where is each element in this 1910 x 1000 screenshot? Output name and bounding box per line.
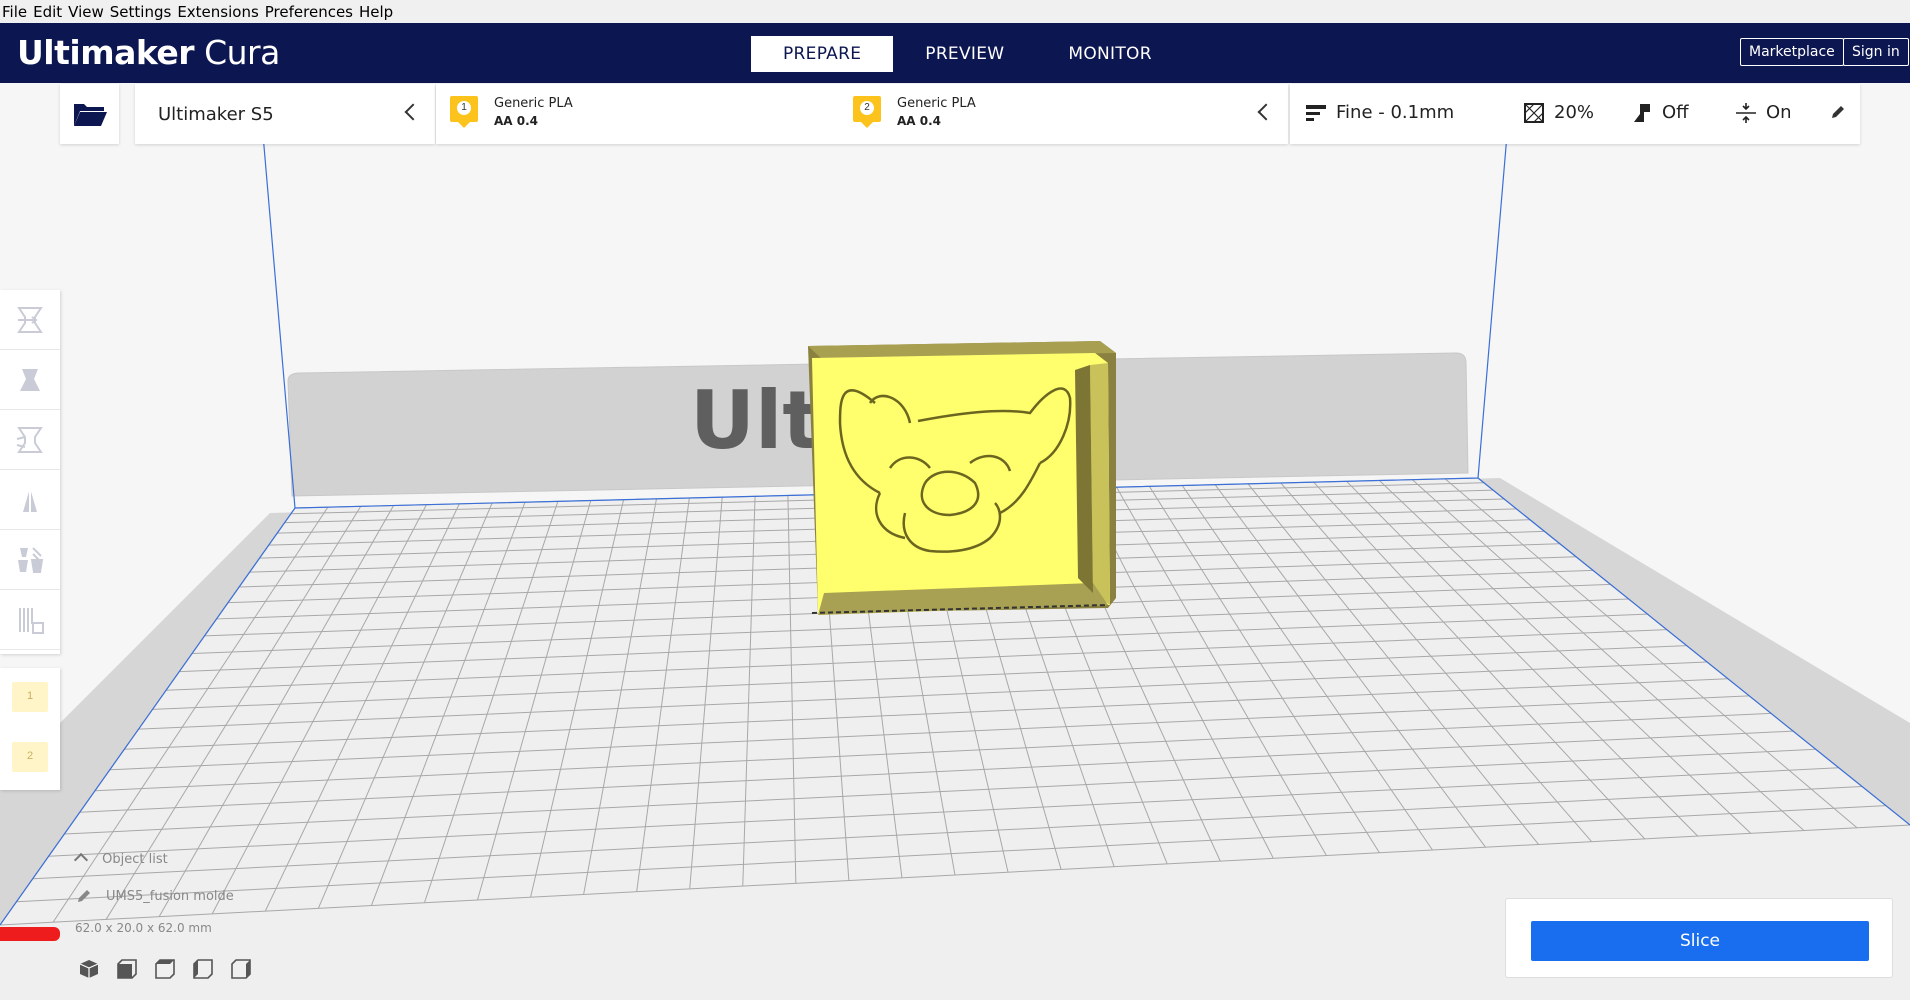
printer-selector[interactable]: Ultimaker S5 (135, 84, 435, 144)
3d-viewport[interactable]: Ult (0, 83, 1910, 1000)
support-blocker-tool[interactable] (0, 590, 60, 650)
extruder-select-2[interactable]: 2 (12, 742, 48, 772)
chevron-left-icon (404, 103, 422, 121)
tool-sidebar (0, 290, 60, 654)
tab-preview[interactable]: PREVIEW (893, 36, 1036, 72)
marketplace-button[interactable]: Marketplace (1740, 38, 1844, 66)
menu-help[interactable]: Help (357, 3, 397, 21)
object-list-label: Object list (102, 852, 168, 867)
infill-icon (1524, 102, 1544, 123)
model-mold[interactable] (808, 341, 1116, 615)
tab-monitor[interactable]: MONITOR (1036, 36, 1183, 72)
extruder-1-badge-icon: 1 (450, 96, 478, 128)
adhesion-icon (1736, 102, 1756, 123)
infill-value: 20% (1554, 102, 1595, 123)
view-orientation-buttons (78, 958, 252, 980)
plate-logo-text: Ult (690, 374, 821, 467)
logo-bold: Ultimaker (17, 33, 195, 72)
rotate-icon (16, 426, 43, 453)
adhesion-setting[interactable]: On (1736, 102, 1792, 123)
extruder-2[interactable]: 2 Generic PLA AA 0.4 (853, 96, 976, 128)
printer-name: Ultimaker S5 (158, 103, 274, 125)
build-volume-scene: Ult (0, 83, 1910, 1000)
support-value: Off (1662, 102, 1689, 123)
support-setting[interactable]: Off (1632, 102, 1689, 123)
menu-extensions[interactable]: Extensions (175, 3, 262, 21)
view-top-icon[interactable] (154, 958, 176, 980)
object-dimensions: 62.0 x 20.0 x 62.0 mm (75, 921, 212, 935)
extruder-select-1[interactable]: 1 (12, 682, 48, 712)
per-model-settings-icon (18, 546, 44, 573)
menu-bar: File Edit View Settings Extensions Prefe… (0, 0, 1910, 23)
pencil-icon[interactable] (1830, 104, 1846, 120)
menu-view[interactable]: View (66, 3, 108, 21)
tab-prepare[interactable]: PREPARE (751, 36, 894, 72)
sign-in-button[interactable]: Sign in (1843, 38, 1909, 66)
extruder-2-nozzle: AA 0.4 (897, 114, 942, 128)
pencil-icon (78, 890, 90, 902)
view-3d-icon[interactable] (78, 958, 100, 980)
app-logo: Ultimaker Cura (17, 33, 280, 72)
folder-open-icon (73, 104, 107, 126)
chevron-left-icon (1257, 103, 1275, 121)
extruder-config[interactable]: 1 Generic PLA AA 0.4 2 Generic PLA AA 0.… (436, 84, 1288, 144)
object-list-toggle[interactable]: Object list (73, 852, 168, 868)
profile-setting[interactable]: Fine - 0.1mm (1306, 102, 1454, 123)
redaction-mark (0, 927, 60, 941)
open-file-button[interactable] (60, 84, 119, 144)
slice-button[interactable]: Slice (1531, 921, 1869, 961)
rotate-tool[interactable] (0, 410, 60, 470)
mirror-tool[interactable] (0, 470, 60, 530)
print-settings-panel[interactable]: Fine - 0.1mm 20% Off On (1290, 84, 1860, 144)
support-blocker-icon (19, 607, 44, 634)
object-name-field[interactable]: UMS5_fusion molde (76, 888, 234, 904)
move-icon (17, 306, 43, 333)
view-right-icon[interactable] (230, 958, 252, 980)
menu-settings[interactable]: Settings (108, 3, 176, 21)
logo-light: Cura (204, 33, 280, 72)
extruder-2-badge-icon: 2 (853, 96, 881, 128)
object-name: UMS5_fusion molde (106, 888, 234, 904)
scale-tool[interactable] (0, 350, 60, 410)
mirror-icon (23, 486, 37, 513)
scale-icon (20, 368, 40, 391)
slice-panel: Slice (1505, 898, 1893, 978)
extruder-1-material: Generic PLA (494, 96, 573, 111)
extruder-1-nozzle: AA 0.4 (494, 114, 539, 128)
stage-tabs: PREPARE PREVIEW MONITOR (751, 36, 1184, 72)
support-icon (1634, 103, 1650, 122)
extruder-2-material: Generic PLA (897, 96, 976, 111)
extruder-1[interactable]: 1 Generic PLA AA 0.4 (450, 96, 573, 128)
chevron-up-icon (73, 852, 89, 868)
profile-value: Fine - 0.1mm (1336, 102, 1455, 123)
menu-edit[interactable]: Edit (31, 3, 66, 21)
view-left-icon[interactable] (192, 958, 214, 980)
extruder-selector: 1 2 (0, 668, 60, 790)
menu-file[interactable]: File (0, 3, 31, 21)
adhesion-value: On (1766, 102, 1792, 123)
app-header: Ultimaker Cura PREPARE PREVIEW MONITOR M… (0, 23, 1910, 83)
infill-setting[interactable]: 20% (1524, 102, 1594, 123)
view-front-icon[interactable] (116, 958, 138, 980)
move-tool[interactable] (0, 290, 60, 350)
menu-preferences[interactable]: Preferences (263, 3, 357, 21)
per-model-settings-tool[interactable] (0, 530, 60, 590)
layer-height-icon (1306, 104, 1326, 121)
